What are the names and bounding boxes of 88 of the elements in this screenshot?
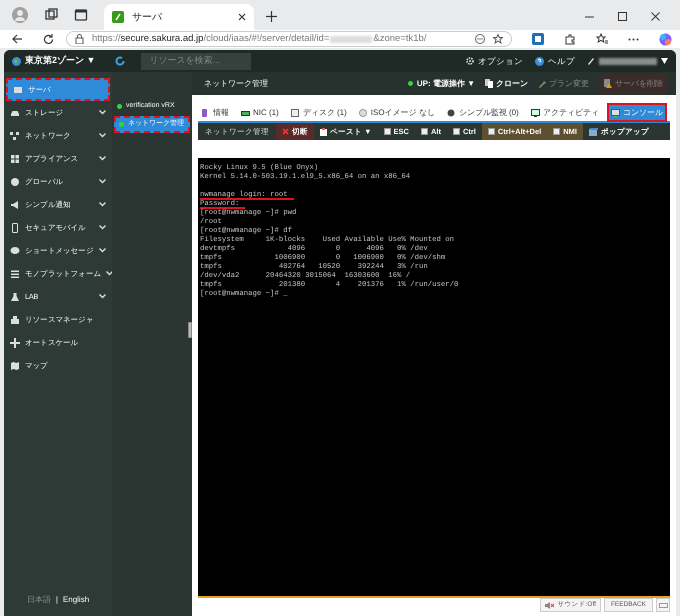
resize-handle[interactable] bbox=[188, 322, 192, 338]
server-title: ネットワーク管理 bbox=[204, 78, 268, 90]
clipboard-icon bbox=[320, 128, 327, 136]
new-tab-icon[interactable] bbox=[266, 11, 277, 22]
chevron-icon bbox=[99, 110, 106, 115]
caret-icon bbox=[661, 58, 668, 64]
tab[interactable]: NIC (1) bbox=[238, 104, 282, 121]
back-icon[interactable] bbox=[12, 34, 23, 44]
tab-layout-icon[interactable] bbox=[74, 8, 88, 22]
tab[interactable]: シンプル監視 (0) bbox=[444, 104, 522, 121]
window-icon bbox=[588, 128, 598, 136]
chevron-icon bbox=[99, 179, 106, 184]
star-icon[interactable] bbox=[493, 34, 503, 44]
site-icon bbox=[112, 11, 124, 23]
chevron-icon bbox=[99, 202, 106, 207]
maximize-icon[interactable] bbox=[618, 12, 627, 21]
info-icon bbox=[201, 108, 210, 116]
url-text: /cloud/iaas/#!/server/detail/id= bbox=[203, 32, 330, 46]
tab[interactable]: ISOイメージ なし bbox=[356, 104, 438, 121]
more-icon[interactable] bbox=[628, 38, 639, 40]
puzzle-icon[interactable] bbox=[564, 33, 576, 45]
keyboard-icon bbox=[658, 602, 668, 608]
language-link[interactable]: 日本語 bbox=[26, 594, 51, 606]
close-icon[interactable] bbox=[651, 12, 660, 21]
extension-icon[interactable] bbox=[532, 33, 544, 45]
chevron-icon bbox=[99, 156, 106, 161]
tab-title: サーバ bbox=[132, 10, 164, 24]
refresh-icon[interactable] bbox=[115, 56, 126, 66]
clone-button[interactable]: クローン bbox=[496, 78, 528, 90]
wrench-icon bbox=[538, 80, 546, 88]
help-icon bbox=[535, 56, 544, 66]
url-text: secure.sakura.ad.jp bbox=[120, 32, 204, 46]
lock-icon bbox=[75, 34, 84, 44]
keyboard-button[interactable] bbox=[656, 598, 670, 612]
tab[interactable]: コンソール bbox=[608, 104, 666, 121]
url-text: &zone=tk1b/ bbox=[373, 32, 426, 46]
redacted-text bbox=[330, 36, 372, 42]
help-link[interactable]: ヘルプ bbox=[548, 54, 575, 68]
workspaces-icon[interactable] bbox=[44, 8, 58, 22]
chevron-icon bbox=[99, 133, 106, 138]
refresh-icon[interactable] bbox=[43, 34, 54, 44]
copy-icon bbox=[485, 79, 493, 88]
power-menu[interactable]: UP: 電源操作 ▼ bbox=[416, 78, 475, 90]
url-text: https:// bbox=[92, 32, 121, 46]
close-icon bbox=[282, 128, 289, 135]
status-dot-icon bbox=[117, 104, 122, 109]
map-icon bbox=[10, 360, 20, 370]
assistant-icon[interactable] bbox=[659, 32, 672, 46]
delete-button[interactable]: サーバを削除 bbox=[599, 74, 668, 94]
close-icon[interactable] bbox=[238, 13, 246, 21]
megaphone-icon bbox=[10, 200, 20, 210]
briefcase-icon bbox=[10, 314, 20, 324]
disc-icon bbox=[358, 108, 368, 116]
options-link[interactable]: オプション bbox=[478, 54, 523, 68]
zone-selector[interactable]: 東京第2ゾーン ▼ bbox=[25, 54, 96, 68]
stack-icon bbox=[10, 268, 20, 278]
redacted-text bbox=[599, 58, 657, 64]
browser-tab[interactable]: サーバ bbox=[104, 4, 254, 30]
search-field[interactable]: リソースを検索... bbox=[141, 52, 252, 70]
language-link[interactable]: English bbox=[62, 594, 90, 606]
key-icon bbox=[553, 128, 560, 135]
tab[interactable]: ディスク (1) bbox=[288, 104, 350, 121]
monitor-icon bbox=[610, 108, 620, 116]
gear-icon bbox=[466, 57, 474, 65]
favorites-icon[interactable] bbox=[596, 33, 608, 45]
monitor-icon bbox=[530, 108, 540, 116]
chat-icon bbox=[10, 246, 20, 256]
flask-icon bbox=[10, 292, 20, 302]
server-icon bbox=[13, 84, 23, 94]
more-icon bbox=[475, 34, 485, 44]
chevron-icon bbox=[99, 225, 106, 230]
nic-icon bbox=[241, 108, 250, 116]
tab[interactable]: 情報 bbox=[198, 104, 232, 121]
plan-change-button[interactable]: プラン変更 bbox=[549, 78, 589, 90]
network-icon bbox=[10, 130, 20, 140]
tab[interactable]: アクティビティ bbox=[528, 104, 602, 121]
address-field[interactable]: https://secure.sakura.ad.jp/cloud/iaas/#!/server/detail/id= &zone=tk1b/ bbox=[66, 31, 512, 47]
speaker-muted-icon bbox=[544, 602, 555, 608]
status-dot-icon bbox=[408, 81, 413, 86]
separator: | bbox=[56, 594, 58, 606]
pen-icon bbox=[587, 57, 595, 65]
phone-icon bbox=[10, 222, 20, 232]
chevron-icon bbox=[99, 248, 106, 253]
chevron-icon bbox=[99, 294, 106, 299]
grid-icon bbox=[10, 154, 20, 164]
status-dot-icon bbox=[119, 122, 124, 127]
key-icon bbox=[488, 128, 495, 135]
warning-icon bbox=[604, 79, 612, 88]
